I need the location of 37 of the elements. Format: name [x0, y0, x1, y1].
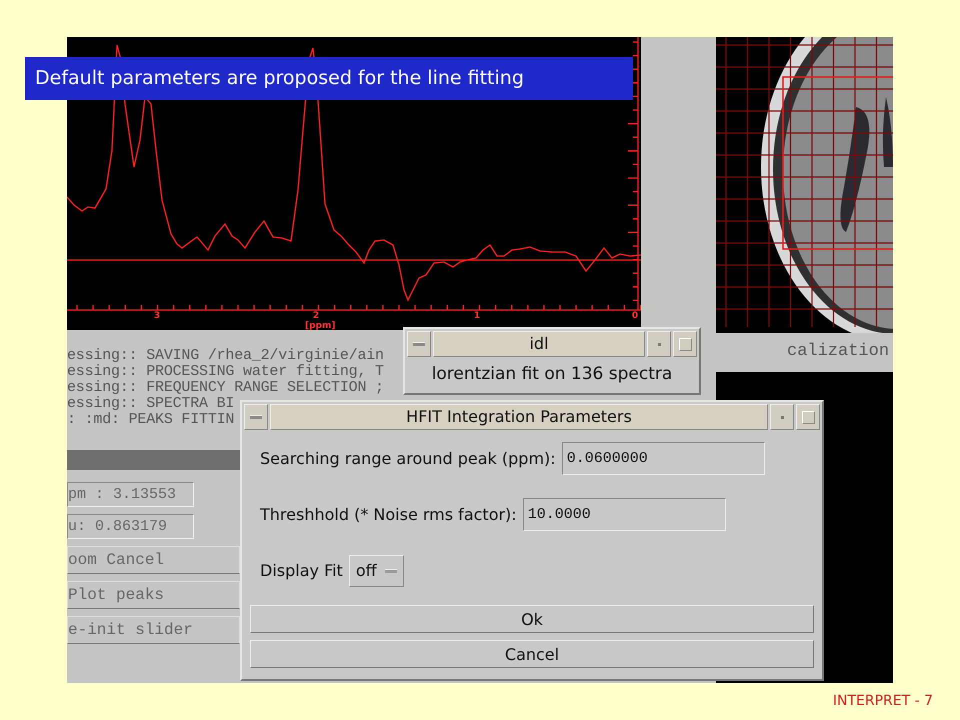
dash-icon: [250, 415, 262, 419]
axis-unit: [ppm]: [305, 321, 336, 331]
minimize-button[interactable]: [647, 331, 671, 357]
dash-icon: [413, 342, 425, 346]
input-field[interactable]: 10.0000: [522, 498, 726, 531]
tick-label: 3: [154, 311, 160, 321]
maximize-button[interactable]: [796, 404, 820, 430]
window-title: HFIT Integration Parameters: [270, 404, 768, 430]
readout-field: pm : 3.13553: [67, 482, 194, 507]
square-icon: [802, 410, 814, 424]
log-line: : :md: PEAKS FITTIN: [67, 412, 234, 428]
minimize-button[interactable]: [770, 404, 794, 430]
slide-footer: INTERPRET - 7: [832, 693, 933, 709]
log-line: essing:: FREQUENCY RANGE SELECTION ;: [67, 380, 384, 396]
caption-banner: Default parameters are proposed for the line fitting: [25, 57, 633, 100]
tick-label: 2: [312, 311, 320, 321]
log-line: essing:: PROCESSING water fitting, T: [67, 364, 384, 380]
panel-label: calization: [787, 342, 890, 361]
window-menu-button[interactable]: [407, 331, 431, 357]
tick-label: 0: [632, 311, 638, 321]
option-label: Display Fit: [260, 561, 343, 580]
option-menu[interactable]: off: [348, 554, 404, 586]
log-line: essing:: SPECTRA BI: [67, 396, 234, 412]
dialog-button[interactable]: Cancel: [250, 640, 814, 668]
square-icon: [678, 338, 692, 350]
log-line: essing:: SAVING /rhea_2/virginie/ain: [67, 348, 384, 364]
tick-label: 1: [474, 311, 480, 321]
maximize-button[interactable]: [673, 331, 697, 357]
window-message: lorentzian fit on 136 spectra: [430, 363, 674, 386]
window-menu-button[interactable]: [244, 404, 268, 430]
dialog-button[interactable]: Ok: [250, 605, 814, 633]
dash-icon: [384, 568, 397, 572]
input-field[interactable]: 0.0600000: [562, 442, 765, 475]
window-title: idl: [433, 331, 645, 357]
field-label: Searching range around peak (ppm):: [260, 449, 556, 468]
readout-field: u: 0.863179: [67, 514, 194, 539]
field-label: Threshhold (* Noise rms factor):: [260, 505, 517, 524]
